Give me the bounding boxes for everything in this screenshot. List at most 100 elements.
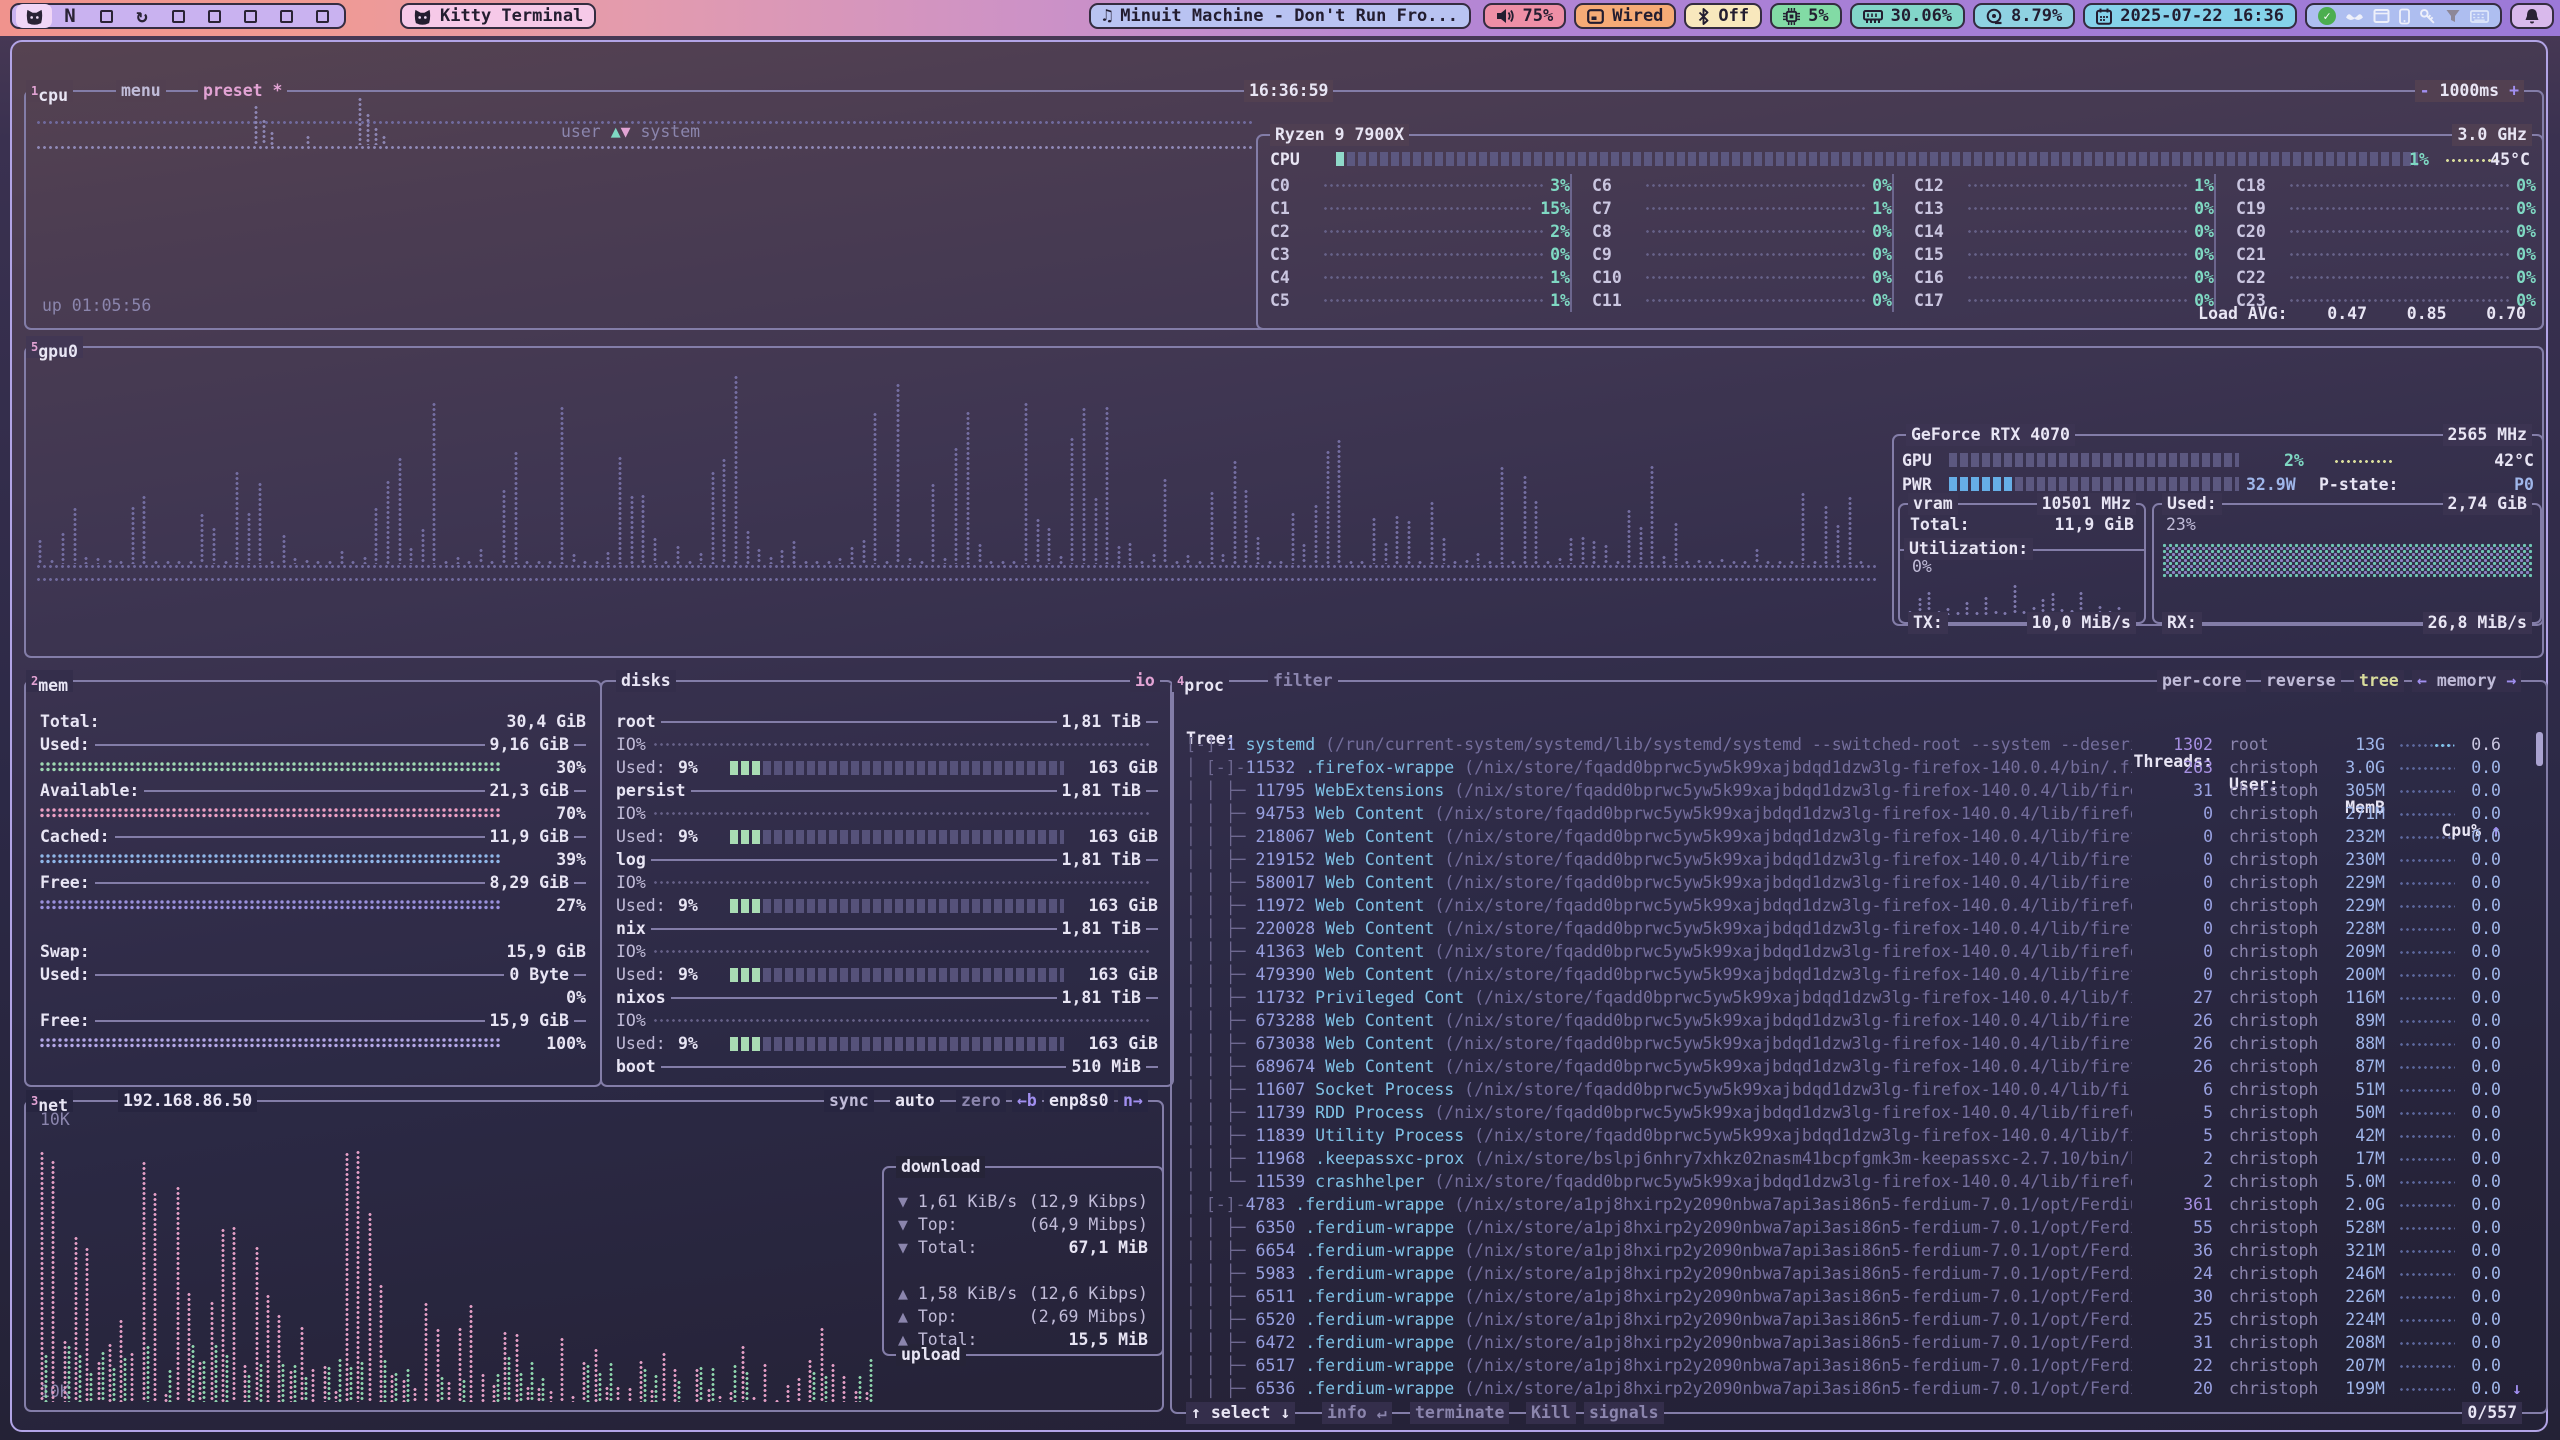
rate: ▲ Top: bbox=[898, 1307, 958, 1326]
process-command: │ │ ├─ 94753 Web Content (/nix/store/fqa… bbox=[1186, 802, 2132, 825]
process-row[interactable]: │ [-]-4783 .ferdium-wrappe (/nix/store/a… bbox=[1172, 1193, 2546, 1216]
process-row[interactable]: │ │ ├─ 11732 Privileged Cont (/nix/store… bbox=[1172, 986, 2546, 1009]
graph-column bbox=[1256, 536, 1260, 564]
workspace-button-9[interactable] bbox=[304, 4, 340, 28]
scrollbar-track[interactable] bbox=[2536, 730, 2543, 1400]
module-volume[interactable]: 75% bbox=[1483, 3, 1567, 29]
process-cpu-history bbox=[2399, 904, 2455, 909]
net-zero-toggle[interactable]: zero bbox=[956, 1090, 1006, 1112]
leader-tail bbox=[574, 1020, 586, 1022]
leader-line bbox=[115, 836, 485, 838]
graph-column bbox=[1984, 596, 1988, 615]
tray-key-icon[interactable] bbox=[2419, 8, 2436, 25]
cpu-menu-button[interactable]: menu bbox=[116, 80, 166, 102]
tray-check-icon[interactable]: ✓ bbox=[2318, 7, 2336, 25]
cat-icon bbox=[413, 8, 432, 25]
process-row[interactable]: │ │ ├─ 6520 .ferdium-wrappe (/nix/store/… bbox=[1172, 1308, 2546, 1331]
process-command: │ │ ├─ 673038 Web Content (/nix/store/fq… bbox=[1186, 1032, 2132, 1055]
process-row[interactable]: │ │ ├─ 689674 Web Content (/nix/store/fq… bbox=[1172, 1055, 2546, 1078]
process-row[interactable]: │ │ ├─ 6350 .ferdium-wrappe (/nix/store/… bbox=[1172, 1216, 2546, 1239]
process-memory: 88M bbox=[2355, 1032, 2385, 1055]
process-row[interactable]: │ │ ├─ 219152 Web Content (/nix/store/fq… bbox=[1172, 848, 2546, 871]
process-row[interactable]: │ │ ├─ 6517 .ferdium-wrappe (/nix/store/… bbox=[1172, 1354, 2546, 1377]
select-hint[interactable]: ↑ select ↓ bbox=[1186, 1402, 1295, 1424]
process-row[interactable]: │ │ ├─ 11839 Utility Process (/nix/store… bbox=[1172, 1124, 2546, 1147]
graph-column bbox=[1581, 536, 1585, 564]
workspace-button-1[interactable] bbox=[16, 4, 52, 28]
net-sync-toggle[interactable]: sync bbox=[824, 1090, 874, 1112]
tray-funnel-icon[interactable] bbox=[2445, 9, 2461, 23]
process-row[interactable]: │ │ ├─ 673288 Web Content (/nix/store/fq… bbox=[1172, 1009, 2546, 1032]
process-row[interactable]: │ │ ├─ 580017 Web Content (/nix/store/fq… bbox=[1172, 871, 2546, 894]
notification-bell[interactable] bbox=[2510, 3, 2554, 29]
process-row[interactable]: │ │ ├─ 94753 Web Content (/nix/store/fqa… bbox=[1172, 802, 2546, 825]
process-row[interactable]: │ │ ├─ 41363 Web Content (/nix/store/fqa… bbox=[1172, 940, 2546, 963]
process-threads: 2 bbox=[2203, 1147, 2213, 1170]
process-row[interactable]: │ │ ├─ 6511 .ferdium-wrappe (/nix/store/… bbox=[1172, 1285, 2546, 1308]
module-clock[interactable]: 2025-07-22 16:36 bbox=[2083, 3, 2297, 29]
disk-used-row: Used:9%163 GiB bbox=[616, 756, 1158, 779]
scrollbar-thumb[interactable] bbox=[2536, 732, 2543, 766]
graph-column bbox=[1047, 527, 1051, 564]
workspace-button-6[interactable] bbox=[196, 4, 232, 28]
process-row[interactable]: │ │ ├─ 220028 Web Content (/nix/store/fq… bbox=[1172, 917, 2546, 940]
process-row[interactable]: │ │ ├─ 5983 .ferdium-wrappe (/nix/store/… bbox=[1172, 1262, 2546, 1285]
ip-address: 192.168.86.50 bbox=[118, 1090, 257, 1112]
workspace-button-2[interactable]: N bbox=[52, 4, 88, 28]
graph-column bbox=[214, 1344, 218, 1402]
tray-window-icon[interactable] bbox=[2373, 9, 2390, 23]
module-memory-usage[interactable]: 30.06% bbox=[1850, 3, 1965, 29]
workspace-button-8[interactable] bbox=[268, 4, 304, 28]
iface-next-button[interactable]: n→ bbox=[1118, 1090, 1148, 1112]
graph-column bbox=[131, 506, 135, 564]
process-row[interactable]: │ │ ├─ 11968 .keepassxc-prox (/nix/store… bbox=[1172, 1147, 2546, 1170]
tray-phone-icon[interactable] bbox=[2399, 8, 2410, 25]
terminate-hint[interactable]: terminate bbox=[1410, 1402, 1509, 1424]
process-threads: 361 bbox=[2183, 1193, 2213, 1216]
process-row[interactable]: │ │ ├─ 6472 .ferdium-wrappe (/nix/store/… bbox=[1172, 1331, 2546, 1354]
module-disk-usage[interactable]: 8.79% bbox=[1973, 3, 2075, 29]
info-hint[interactable]: info ↵ bbox=[1322, 1402, 1392, 1424]
process-row[interactable]: │ │ ├─ 218067 Web Content (/nix/store/fq… bbox=[1172, 825, 2546, 848]
network-totals-box: download upload ▼ 1,61 KiB/s(12,9 Kibps)… bbox=[882, 1166, 1164, 1356]
core-history bbox=[1323, 275, 1543, 280]
workspace-button-4[interactable]: ↻ bbox=[124, 4, 160, 28]
module-bluetooth[interactable]: Off bbox=[1684, 3, 1762, 29]
module-cpu-usage[interactable]: 5% bbox=[1770, 3, 1841, 29]
cpu-preset-button[interactable]: preset * bbox=[198, 80, 287, 102]
process-row[interactable]: [-]-1 systemd (/run/current-system/syste… bbox=[1172, 733, 2546, 756]
process-row[interactable]: │ │ ├─ 673038 Web Content (/nix/store/fq… bbox=[1172, 1032, 2546, 1055]
cpu-tab[interactable]: 1cpu bbox=[26, 80, 73, 102]
process-cpu-history bbox=[2399, 766, 2455, 771]
refresh-interval-control[interactable]: - 1000ms + bbox=[2415, 80, 2524, 102]
workspace-button-5[interactable] bbox=[160, 4, 196, 28]
process-row[interactable]: │ │ ├─ 11795 WebExtensions (/nix/store/f… bbox=[1172, 779, 2546, 802]
tray-mustache-icon[interactable] bbox=[2345, 11, 2364, 22]
process-cpu: 0.0 bbox=[2471, 756, 2501, 779]
iface-prev-button[interactable]: ←b bbox=[1012, 1090, 1042, 1112]
process-row[interactable]: │ │ ├─ 11739 RDD Process (/nix/store/fqa… bbox=[1172, 1101, 2546, 1124]
music-module[interactable]: ♫Minuit Machine - Don't Run Fro... bbox=[1089, 3, 1471, 29]
window-title-module[interactable]: Kitty Terminal bbox=[400, 3, 596, 29]
process-row[interactable]: │ [-]-11532 .firefox-wrappe (/nix/store/… bbox=[1172, 756, 2546, 779]
process-row[interactable]: │ │ ├─ 6536 .ferdium-wrappe (/nix/store/… bbox=[1172, 1377, 2546, 1400]
process-row[interactable]: │ │ ├─ 6654 .ferdium-wrappe (/nix/store/… bbox=[1172, 1239, 2546, 1262]
graph-column bbox=[1059, 555, 1063, 564]
process-row[interactable]: │ │ ├─ 11607 Socket Process (/nix/store/… bbox=[1172, 1078, 2546, 1101]
net-auto-toggle[interactable]: auto bbox=[890, 1090, 940, 1112]
tray-keyboard-icon[interactable] bbox=[2470, 10, 2489, 23]
process-command: │ [-]-4783 .ferdium-wrappe (/nix/store/a… bbox=[1186, 1193, 2132, 1216]
workspace-button-7[interactable] bbox=[232, 4, 268, 28]
process-row[interactable]: │ │ ├─ 11972 Web Content (/nix/store/fqa… bbox=[1172, 894, 2546, 917]
kill-hint[interactable]: Kill bbox=[1526, 1402, 1576, 1424]
vram-label: vram bbox=[1908, 493, 1958, 515]
process-threads: 20 bbox=[2193, 1377, 2213, 1400]
workspace-button-3[interactable] bbox=[88, 4, 124, 28]
module-network[interactable]: Wired bbox=[1574, 3, 1676, 29]
process-row[interactable]: │ │ └─ 11539 crashhelper (/nix/store/fqa… bbox=[1172, 1170, 2546, 1193]
disk-name-row: log1,81 TiB bbox=[616, 848, 1158, 871]
graph-column bbox=[101, 1351, 105, 1402]
process-row[interactable]: │ │ ├─ 479390 Web Content (/nix/store/fq… bbox=[1172, 963, 2546, 986]
signals-hint[interactable]: signals bbox=[1584, 1402, 1664, 1424]
graph-column bbox=[616, 1386, 620, 1402]
